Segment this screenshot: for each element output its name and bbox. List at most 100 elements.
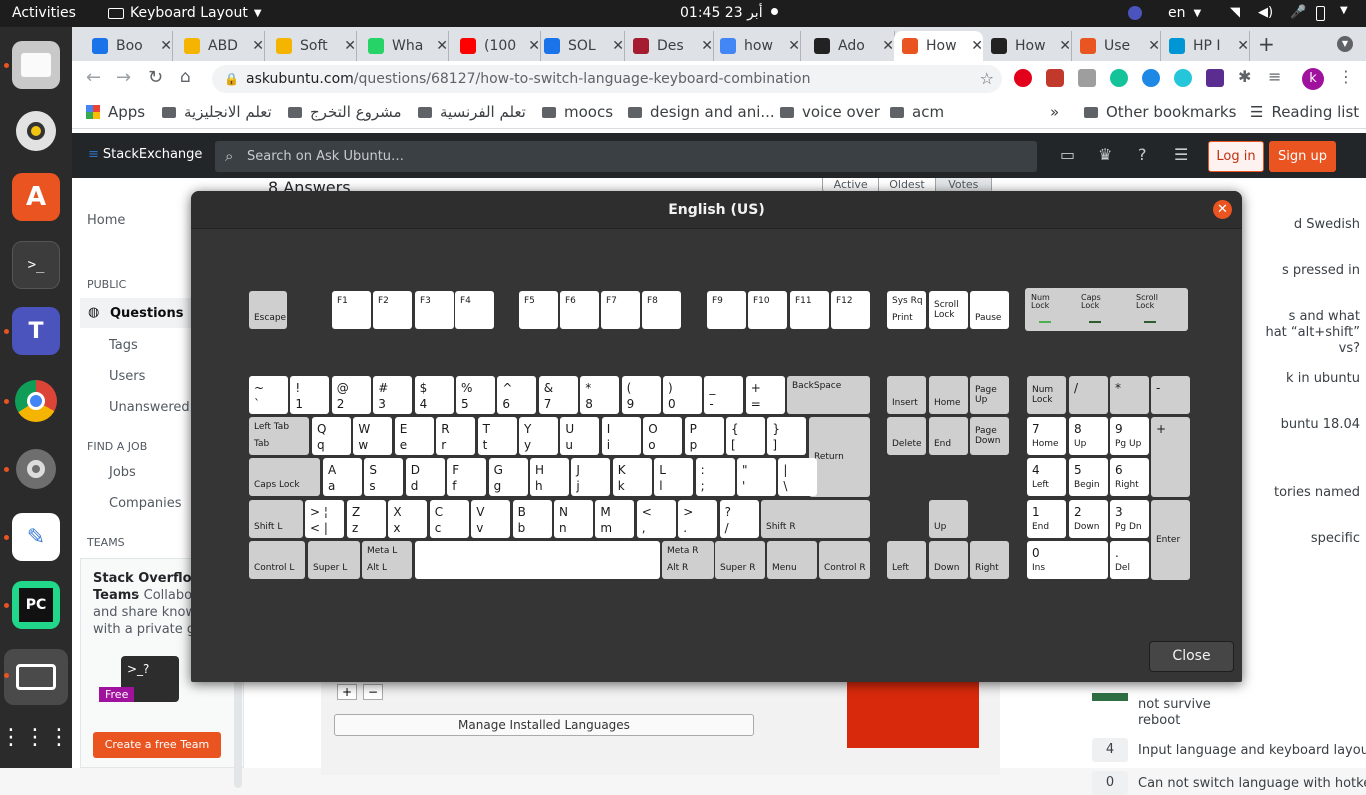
bookmark-folder[interactable]: moocs [542, 103, 613, 121]
keyboard-layout-menu[interactable]: Keyboard Layout ▼ [108, 5, 262, 21]
close-button[interactable]: Close [1149, 641, 1234, 672]
rhythmbox-icon[interactable] [12, 107, 60, 155]
browser-tab[interactable]: Wha ✕ [360, 31, 449, 61]
nav-home[interactable]: Home [87, 213, 125, 228]
input-language-menu[interactable]: en ▼ [1168, 5, 1201, 21]
tab-close-icon[interactable]: ✕ [1148, 38, 1160, 54]
back-icon[interactable]: ← [86, 67, 101, 88]
signup-button[interactable]: Sign up [1269, 141, 1336, 172]
browser-tab[interactable]: (100 ✕ [452, 31, 541, 61]
profile-avatar[interactable]: k [1302, 68, 1324, 90]
keyboard-layout-app-icon[interactable] [4, 649, 68, 705]
tab-close-icon[interactable]: ✕ [344, 38, 356, 54]
microphone-icon[interactable]: 🎤 [1290, 5, 1306, 20]
bookmark-folder[interactable]: تعلم الفرنسية [418, 103, 526, 121]
tab-close-icon[interactable]: ✕ [436, 38, 448, 54]
clock[interactable]: 01:45 أبر 23 [680, 5, 763, 21]
grammarly-icon[interactable] [1110, 69, 1128, 87]
bookmark-folder[interactable]: acm [890, 103, 944, 121]
extension-icon[interactable] [1206, 69, 1224, 87]
teams-tray-icon[interactable] [1128, 6, 1142, 20]
reading-list[interactable]: ☰ Reading list [1250, 103, 1359, 121]
tab-close-icon[interactable]: ✕ [252, 38, 264, 54]
browser-tab[interactable]: How ✕ [983, 31, 1072, 61]
related-question-link[interactable]: s pressed in [1282, 263, 1360, 278]
extension-icon[interactable] [1078, 69, 1096, 87]
close-icon[interactable]: ✕ [1213, 200, 1232, 219]
forward-icon[interactable]: → [116, 67, 131, 88]
nav-jobs[interactable]: Jobs [109, 465, 136, 480]
help-icon[interactable]: ? [1138, 145, 1147, 164]
new-tab-button[interactable]: + [1258, 32, 1275, 56]
related-question-link[interactable]: k in ubuntu [1286, 371, 1360, 386]
tab-search-icon[interactable]: ▼ [1337, 36, 1353, 52]
tab-close-icon[interactable]: ✕ [971, 38, 983, 54]
address-bar[interactable]: 🔒 askubuntu.com/questions/68127/how-to-s… [212, 65, 1002, 93]
nav-tags[interactable]: Tags [109, 338, 138, 353]
sort-votes-tab[interactable]: Votes [934, 178, 991, 191]
media-icon[interactable]: ≡ [1268, 67, 1281, 86]
browser-tab[interactable]: Boo ✕ [84, 31, 173, 61]
related-question-link[interactable]: d Swedish [1294, 217, 1360, 232]
bookmark-other[interactable]: Other bookmarks [1084, 103, 1236, 121]
software-center-icon[interactable]: A [12, 173, 60, 221]
related-question-link[interactable]: buntu 18.04 [1281, 417, 1360, 432]
activities-button[interactable]: Activities [12, 5, 76, 21]
related-question-link[interactable]: hat “alt+shift” [1265, 325, 1360, 340]
more-bookmarks-icon[interactable]: » [1050, 103, 1059, 121]
bookmark-folder[interactable]: مشروع التخرج [288, 103, 402, 121]
tab-close-icon[interactable]: ✕ [1237, 38, 1249, 54]
trophy-icon[interactable]: ♛ [1098, 145, 1112, 164]
stackexchange-logo[interactable]: ≡ StackExchange [88, 147, 202, 162]
show-applications-icon[interactable]: ⋮⋮⋮ [0, 713, 70, 761]
files-icon[interactable] [12, 41, 60, 89]
reload-icon[interactable]: ↻ [148, 67, 163, 88]
battery-icon[interactable] [1316, 6, 1325, 21]
bookmark-folder[interactable]: design and ani... [628, 103, 775, 121]
nav-companies[interactable]: Companies [109, 496, 182, 511]
adblock-icon[interactable] [1046, 69, 1064, 87]
site-switcher-icon[interactable]: ☰ [1174, 145, 1188, 164]
create-team-button[interactable]: Create a free Team [93, 732, 221, 758]
nav-unanswered[interactable]: Unanswered [109, 400, 190, 415]
extension-icon[interactable] [1174, 69, 1192, 87]
tab-close-icon[interactable]: ✕ [612, 38, 624, 54]
tab-close-icon[interactable]: ✕ [1059, 38, 1071, 54]
related-question-link[interactable]: reboot [1138, 713, 1180, 728]
related-question-link[interactable]: vs? [1339, 341, 1360, 356]
tab-close-icon[interactable]: ✕ [882, 38, 894, 54]
pycharm-icon[interactable]: PC [12, 581, 60, 629]
tab-close-icon[interactable]: ✕ [160, 38, 172, 54]
extension-icon[interactable] [1142, 69, 1160, 87]
tab-close-icon[interactable]: ✕ [788, 38, 800, 54]
browser-tab[interactable]: how ✕ [712, 31, 801, 61]
browser-tab[interactable]: HP I ✕ [1161, 31, 1250, 61]
wifi-icon[interactable]: ◥ [1230, 5, 1240, 20]
nav-users[interactable]: Users [109, 369, 145, 384]
browser-tab[interactable]: SOL ✕ [536, 31, 625, 61]
sort-active-tab[interactable]: Active [823, 178, 878, 191]
bookmark-folder[interactable]: voice over [780, 103, 880, 121]
teams-icon[interactable]: T [12, 307, 60, 355]
related-question-link[interactable]: Input language and keyboard layout [1138, 743, 1366, 758]
browser-tab[interactable]: Ado ✕ [806, 31, 895, 61]
search-input[interactable]: ⌕ Search on Ask Ubuntu… [215, 141, 1037, 172]
browser-tab[interactable]: ABD ✕ [176, 31, 265, 61]
chrome-icon[interactable] [12, 377, 60, 425]
related-question-link[interactable]: s and what [1289, 309, 1360, 324]
related-question-link[interactable]: not survive [1138, 697, 1211, 712]
bookmark-star-icon[interactable]: ☆ [980, 65, 994, 93]
sort-oldest-tab[interactable]: Oldest [878, 178, 934, 191]
terminal-icon[interactable]: >_ [12, 241, 60, 289]
related-question-link[interactable]: tories named [1274, 485, 1360, 500]
browser-tab[interactable]: How ✕ [894, 31, 983, 61]
browser-tab[interactable]: Use ✕ [1072, 31, 1161, 61]
home-icon[interactable]: ⌂ [180, 67, 191, 87]
text-editor-icon[interactable]: ✎ [12, 513, 60, 561]
related-question-link[interactable]: Can not switch language with hotkey [1138, 776, 1366, 791]
menu-dots-icon[interactable]: ⋮ [1338, 67, 1354, 86]
settings-icon[interactable] [12, 445, 60, 493]
inbox-icon[interactable]: ▭ [1060, 145, 1075, 164]
extension-icon[interactable] [1014, 69, 1032, 87]
puzzle-icon[interactable]: ✱ [1238, 67, 1251, 86]
